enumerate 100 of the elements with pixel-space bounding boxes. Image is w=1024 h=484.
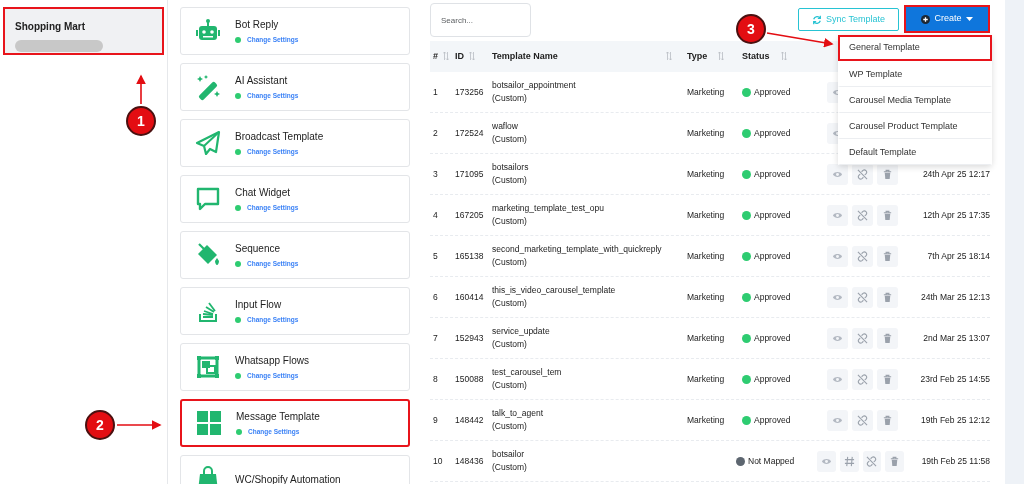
status-text: Approved [754, 373, 791, 384]
unlink-button[interactable] [862, 450, 882, 472]
template-name: second_marketing_template_with_quickreply [492, 243, 663, 256]
hash-icon [843, 455, 855, 467]
table-cell-text: 171095 [454, 167, 485, 181]
template-source: (Custom) [492, 297, 528, 310]
eye-button[interactable] [827, 368, 848, 390]
date-cell-text: 2nd Mar 25 13:07 [922, 331, 990, 345]
date-cell-text: 24th Mar 25 12:13 [920, 290, 990, 304]
hash-button[interactable] [839, 450, 859, 472]
broken-link-icon [857, 414, 868, 426]
eye-button[interactable] [827, 245, 848, 267]
unlink-button[interactable] [852, 163, 873, 185]
broken-link-icon [857, 250, 868, 262]
search-field[interactable]: Search... [430, 3, 531, 37]
create-button[interactable]: Create [904, 5, 990, 33]
date-cell-text: 12th Apr 25 17:35 [921, 208, 990, 222]
table-cell-text: Marketing [686, 331, 726, 345]
table-cell-text: 148436 [454, 454, 485, 468]
unlink-button[interactable] [852, 204, 873, 226]
template-name: marketing_template_test_opu [492, 202, 605, 215]
trash-icon [882, 373, 893, 385]
status-text: Approved [754, 168, 791, 179]
template-source: (Custom) [492, 256, 528, 269]
template-name: service_update [492, 325, 551, 338]
trash-button[interactable] [877, 409, 898, 431]
date-cell-text: 23rd Feb 25 14:55 [919, 372, 990, 386]
menu-item[interactable]: Carousel Product Template [838, 113, 992, 139]
template-source: (Custom) [492, 420, 528, 433]
table-cell-text: Marketing [686, 290, 726, 304]
broken-link-icon [866, 455, 878, 467]
status-text: Approved [754, 414, 791, 425]
template-source: (Custom) [492, 92, 528, 105]
row-number: 4 [432, 208, 439, 222]
date-cell-text: 7th Apr 25 18:14 [926, 249, 990, 263]
column-header[interactable]: Type [687, 49, 708, 64]
unlink-button[interactable] [852, 368, 873, 390]
template-name: botsailors [492, 161, 530, 174]
unlink-button[interactable] [852, 286, 873, 308]
eye-button[interactable] [827, 163, 848, 185]
trash-button[interactable] [877, 368, 898, 390]
status-dot [236, 429, 242, 435]
table-cell-text: Marketing [686, 167, 726, 181]
sort-icon [469, 52, 475, 61]
trash-button[interactable] [885, 450, 904, 472]
menu-item[interactable]: Default Template [838, 139, 992, 165]
status-dot [235, 373, 241, 379]
template-source: (Custom) [492, 215, 528, 228]
broken-link-icon [857, 209, 868, 221]
template-name: botsailor_appointment [492, 79, 577, 92]
menu-item[interactable]: WP Template [838, 61, 992, 87]
status-text: Approved [754, 86, 791, 97]
eye-button[interactable] [827, 409, 848, 431]
plus-circle-icon [921, 14, 931, 24]
eye-button[interactable] [827, 204, 848, 226]
feature-title: Chat Widget [235, 186, 292, 201]
unlink-button[interactable] [852, 327, 873, 349]
unlink-button[interactable] [852, 245, 873, 267]
account-item[interactable]: Shopping Mart [3, 7, 164, 55]
table-cell-text: 165138 [454, 249, 485, 263]
column-header[interactable]: Status [742, 49, 770, 64]
template-name: waflow [492, 120, 519, 133]
row-number: 2 [432, 126, 439, 140]
status-dot [235, 261, 241, 267]
table-cell-text: Marketing [686, 208, 726, 222]
table-cell-text: 152943 [454, 331, 485, 345]
row-number: 8 [432, 372, 439, 386]
trash-button[interactable] [877, 327, 898, 349]
eye-button[interactable] [817, 450, 836, 472]
status-dot [235, 93, 241, 99]
column-header[interactable]: # [433, 49, 438, 64]
unlink-button[interactable] [852, 409, 873, 431]
column-header[interactable]: ID [455, 49, 464, 64]
row-number: 6 [432, 290, 439, 304]
template-name: this_is_video_carousel_template [492, 284, 617, 297]
status-text: Approved [754, 209, 791, 220]
eye-button[interactable] [827, 327, 848, 349]
sort-icon [666, 52, 672, 61]
menu-item[interactable]: General Template [838, 35, 992, 61]
column-header[interactable]: Template Name [492, 49, 558, 64]
status-text: Not Mapped [748, 455, 795, 466]
trash-button[interactable] [877, 163, 898, 185]
table-cell-text: 148442 [454, 413, 485, 427]
table-cell-text: Marketing [686, 413, 726, 427]
row-number: 7 [432, 331, 439, 345]
trash-icon [882, 250, 893, 262]
feature-card[interactable]: WC/Shopify Automation [180, 455, 410, 484]
eye-button[interactable] [827, 286, 848, 308]
trash-button[interactable] [877, 245, 898, 267]
trash-button[interactable] [877, 286, 898, 308]
status-text: Approved [754, 291, 791, 302]
feature-title: WC/Shopify Automation [235, 472, 341, 484]
menu-item[interactable]: Carousel Media Template [838, 87, 992, 113]
table-cell-text: 167205 [454, 208, 485, 222]
grid-icon [195, 409, 223, 437]
trash-button[interactable] [877, 204, 898, 226]
template-source: (Custom) [492, 174, 528, 187]
row-number: 9 [432, 413, 439, 427]
feature-title: Broadcast Template [235, 130, 324, 145]
status-dot [235, 37, 241, 43]
